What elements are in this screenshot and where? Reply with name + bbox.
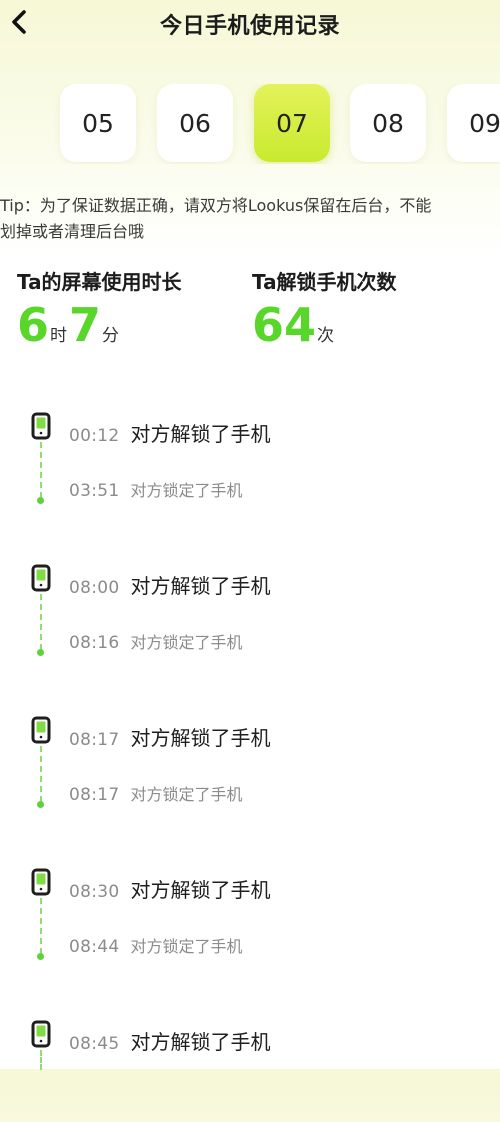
timeline-end-dot xyxy=(37,497,44,504)
timeline-entry: 08:45 对方解锁了手机 xyxy=(0,1012,500,1122)
unlock-count-stat: Ta解锁手机次数 64 次 xyxy=(252,266,397,351)
timeline-entry: 00:12 对方解锁了手机 03:51 对方锁定了手机 xyxy=(0,404,500,514)
lock-text: 对方锁定了手机 xyxy=(130,481,243,500)
screen-time-hours: 6 xyxy=(17,298,50,352)
timeline-connector xyxy=(40,442,42,498)
unlock-count-value: 64 次 xyxy=(252,299,397,351)
top-bar: 今日手机使用记录 xyxy=(0,0,500,50)
date-chip-06[interactable]: 06 xyxy=(157,84,233,162)
lock-record: 03:51 对方锁定了手机 xyxy=(69,477,243,501)
date-chip-07-selected[interactable]: 07 xyxy=(254,84,330,162)
timeline-entry: 08:00 对方解锁了手机 08:16 对方锁定了手机 xyxy=(0,556,500,666)
date-chip-08[interactable]: 08 xyxy=(350,84,426,162)
phone-icon xyxy=(31,1020,51,1048)
unlock-count-label: Ta解锁手机次数 xyxy=(252,270,397,294)
timeline-entry: 08:30 对方解锁了手机 08:44 对方锁定了手机 xyxy=(0,860,500,970)
screen-time-value: 6 时 7 分 xyxy=(17,299,182,351)
unlock-text: 对方解锁了手机 xyxy=(130,574,271,598)
phone-icon xyxy=(31,412,51,440)
unlock-record: 08:17 对方解锁了手机 xyxy=(69,722,271,751)
lock-text: 对方锁定了手机 xyxy=(130,785,243,804)
unlock-text: 对方解锁了手机 xyxy=(130,726,271,750)
lock-record: 08:16 对方锁定了手机 xyxy=(69,629,243,653)
unlock-record: 08:00 对方解锁了手机 xyxy=(69,570,271,599)
phone-icon xyxy=(31,564,51,592)
unlock-time: 08:17 xyxy=(69,730,120,750)
date-chip-05[interactable]: 05 xyxy=(60,84,136,162)
unlock-record: 08:30 对方解锁了手机 xyxy=(69,874,271,903)
timeline-connector xyxy=(40,1050,42,1070)
lock-record: 08:17 对方锁定了手机 xyxy=(69,781,243,805)
timeline-entry: 08:17 对方解锁了手机 08:17 对方锁定了手机 xyxy=(0,708,500,818)
phone-icon xyxy=(31,716,51,744)
phone-icon xyxy=(31,868,51,896)
tip-text: Tip：为了保证数据正确，请双方将Lookus保留在后台，不能 划掉或者清理后台… xyxy=(0,196,432,241)
lock-record: 08:44 对方锁定了手机 xyxy=(69,933,243,957)
lock-time: 08:44 xyxy=(69,937,120,957)
unlock-time: 08:00 xyxy=(69,578,120,598)
date-chip-09[interactable]: 09 xyxy=(447,84,500,162)
screen-time-minutes: 7 xyxy=(69,298,102,352)
minutes-unit: 分 xyxy=(102,326,120,346)
unlock-text: 对方解锁了手机 xyxy=(130,878,271,902)
unlock-time: 08:45 xyxy=(69,1034,120,1054)
unlock-record: 08:45 对方解锁了手机 xyxy=(69,1026,271,1055)
lock-text: 对方锁定了手机 xyxy=(130,937,243,956)
unlock-record: 00:12 对方解锁了手机 xyxy=(69,418,271,447)
count-unit: 次 xyxy=(317,326,335,346)
unlock-text: 对方解锁了手机 xyxy=(130,422,271,446)
timeline-connector xyxy=(40,746,42,802)
screen-time-stat: Ta的屏幕使用时长 6 时 7 分 xyxy=(17,266,182,351)
lock-time: 03:51 xyxy=(69,481,120,501)
unlock-time: 00:12 xyxy=(69,426,120,446)
timeline-connector xyxy=(40,594,42,650)
lock-time: 08:16 xyxy=(69,633,120,653)
hours-unit: 时 xyxy=(50,326,68,346)
timeline-end-dot xyxy=(37,953,44,960)
lock-text: 对方锁定了手机 xyxy=(130,633,243,652)
unlock-time: 08:30 xyxy=(69,882,120,902)
timeline-end-dot xyxy=(37,801,44,808)
page-title: 今日手机使用记录 xyxy=(159,14,340,39)
screen-time-label: Ta的屏幕使用时长 xyxy=(17,270,182,294)
date-selector: 05 06 07 08 09 xyxy=(0,84,500,164)
lock-time: 08:17 xyxy=(69,785,120,805)
unlock-count-number: 64 xyxy=(252,298,317,352)
unlock-text: 对方解锁了手机 xyxy=(130,1030,271,1054)
timeline-end-dot xyxy=(37,649,44,656)
timeline-connector xyxy=(40,898,42,954)
